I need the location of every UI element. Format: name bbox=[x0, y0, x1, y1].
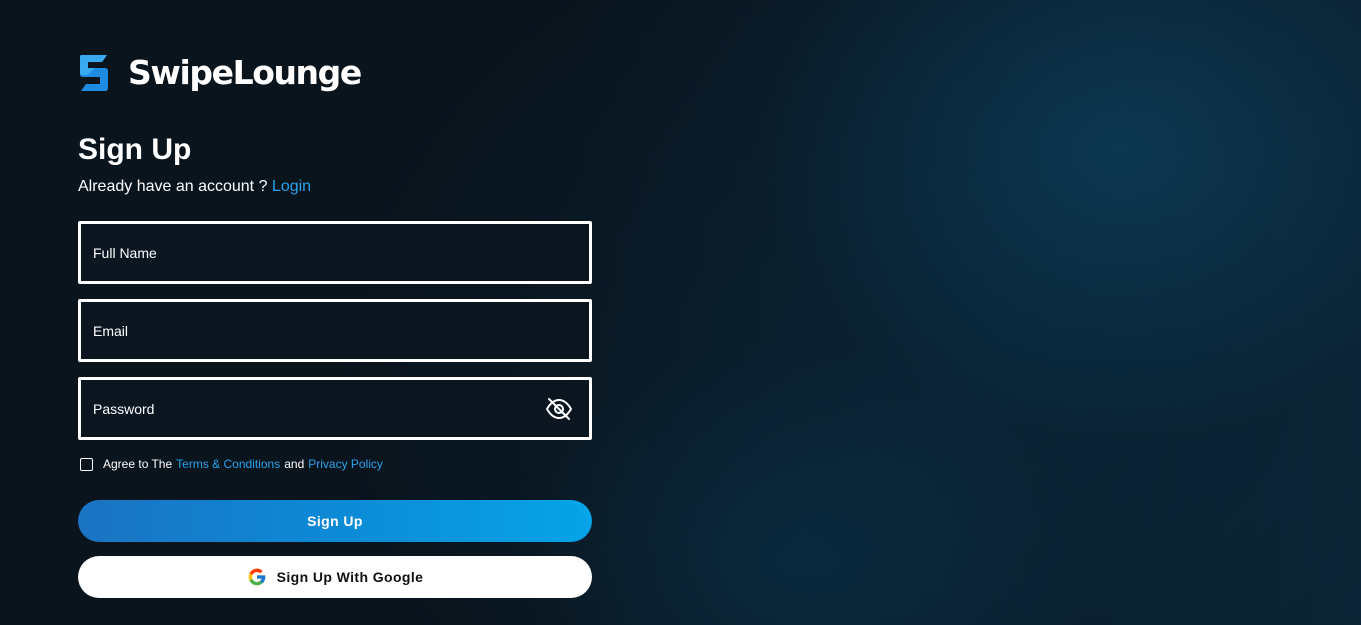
full-name-input[interactable] bbox=[93, 224, 577, 281]
agree-prefix: Agree to The bbox=[103, 457, 173, 471]
login-prompt: Already have an account ? Login bbox=[78, 177, 311, 197]
agree-joiner: and bbox=[284, 457, 305, 471]
google-button-label: Sign Up With Google bbox=[276, 569, 424, 585]
signup-button[interactable]: Sign Up bbox=[78, 500, 592, 542]
email-input[interactable] bbox=[93, 302, 577, 359]
agree-checkbox[interactable] bbox=[80, 457, 93, 471]
privacy-policy-link[interactable]: Privacy Policy bbox=[308, 456, 383, 472]
google-signup-button[interactable]: Sign Up With Google bbox=[78, 556, 592, 598]
signup-panel: SwipeLounge Sign Up Already have an acco… bbox=[78, 0, 592, 625]
terms-link[interactable]: Terms & Conditions bbox=[176, 456, 280, 472]
brand-name: SwipeLounge bbox=[128, 53, 362, 92]
eye-off-icon[interactable] bbox=[545, 397, 573, 421]
password-field[interactable] bbox=[78, 377, 592, 440]
login-prompt-text: Already have an account ? bbox=[78, 178, 268, 195]
google-g-icon bbox=[248, 568, 265, 586]
full-name-field[interactable] bbox=[78, 221, 592, 284]
terms-agreement: Agree to The Terms & Conditions and Priv… bbox=[80, 456, 387, 472]
email-field[interactable] bbox=[78, 299, 592, 362]
login-link[interactable]: Login bbox=[272, 178, 311, 195]
password-input[interactable] bbox=[93, 380, 577, 437]
signup-button-label: Sign Up bbox=[307, 513, 363, 529]
swipelounge-logo-icon bbox=[80, 55, 108, 91]
page-title: Sign Up bbox=[78, 133, 192, 166]
brand-logo[interactable]: SwipeLounge bbox=[78, 52, 362, 94]
